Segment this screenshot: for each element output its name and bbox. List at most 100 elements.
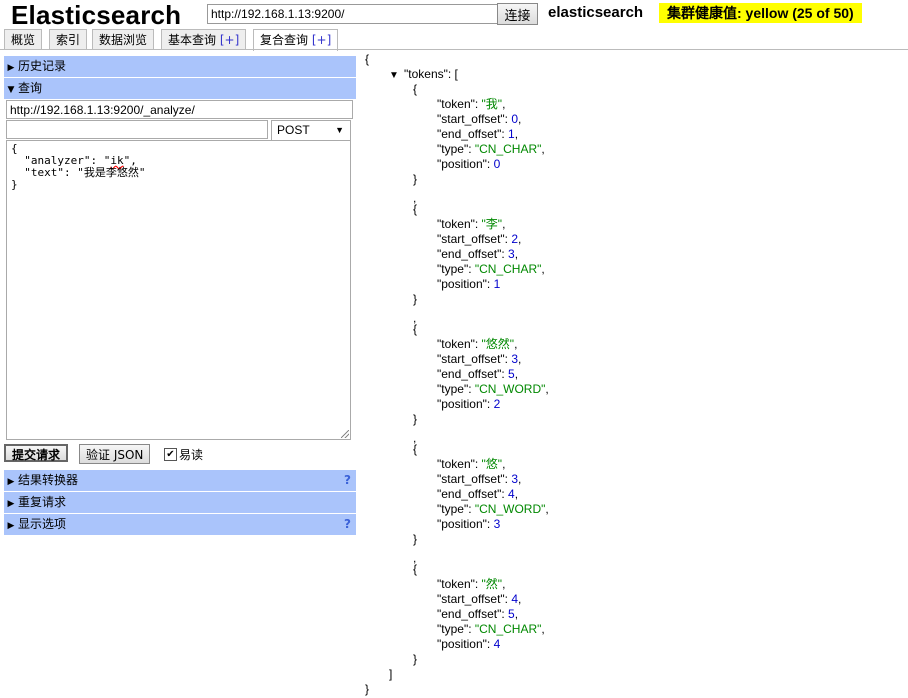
query-url-input[interactable] xyxy=(6,100,353,119)
tab-browser[interactable]: 数据浏览 xyxy=(92,29,155,49)
json-text: } xyxy=(413,412,418,426)
json-text: "end_offset" xyxy=(437,127,502,141)
json-token-close: } xyxy=(413,532,417,547)
section-label: 历史记录 xyxy=(18,59,67,73)
json-text: 4 xyxy=(508,487,515,501)
json-text: , xyxy=(502,457,506,471)
json-text: 4 xyxy=(493,637,501,651)
json-text: , xyxy=(518,352,522,366)
json-text: { xyxy=(413,562,418,576)
collapse-toggle-icon[interactable]: ▼ xyxy=(389,68,399,83)
transformer-section[interactable]: ▶ 结果转换器 ? xyxy=(4,470,356,491)
start-offset-field: "start_offset": 3, xyxy=(437,352,521,367)
tab-basic-query[interactable]: 基本查询 [+] xyxy=(161,29,247,49)
section-label: 重复请求 xyxy=(18,495,67,509)
repeat-section[interactable]: ▶ 重复请求 xyxy=(4,492,356,513)
json-text: : xyxy=(474,217,482,231)
json-text: : xyxy=(474,457,482,471)
position-field: "position": 4 xyxy=(437,637,500,652)
json-token-open: { xyxy=(413,82,417,97)
pretty-label: 易读 xyxy=(179,448,204,462)
json-text: : xyxy=(468,142,475,156)
validate-json-button[interactable]: 验证 JSON xyxy=(79,444,151,464)
json-text: , xyxy=(518,232,522,246)
expand-down-icon: ▼ xyxy=(7,85,15,95)
tab-indices[interactable]: 索引 xyxy=(49,29,88,49)
json-text: "start_offset" xyxy=(437,592,505,606)
request-body-textarea[interactable]: { "analyzer": "ik", "text": "我是李悠然"} xyxy=(6,140,351,440)
method-select[interactable]: POST ▼ xyxy=(271,120,351,141)
end-offset-field: "end_offset": 1, xyxy=(437,127,518,142)
json-text: "position" xyxy=(437,397,487,411)
cluster-name: elasticsearch xyxy=(548,4,644,21)
pretty-checkbox[interactable]: ✔ xyxy=(164,448,177,461)
expand-right-icon: ▶ xyxy=(7,521,15,531)
tab-divider xyxy=(0,49,908,50)
json-text: , xyxy=(518,112,522,126)
tab-overview[interactable]: 概览 xyxy=(4,29,43,49)
dropdown-arrow-icon: ▼ xyxy=(335,125,344,135)
help-icon[interactable]: ? xyxy=(344,470,351,491)
json-text: 1 xyxy=(493,277,501,291)
json-text: 2 xyxy=(493,397,501,411)
type-field: "type": "CN_CHAR", xyxy=(437,622,545,637)
resize-handle-icon[interactable] xyxy=(341,430,349,438)
json-text: "token" xyxy=(437,337,475,351)
submit-request-button[interactable]: 提交请求 xyxy=(4,444,69,462)
cluster-health-badge: 集群健康值: yellow (25 of 50) xyxy=(659,3,862,23)
tab-add-icon[interactable]: [+] xyxy=(312,33,331,47)
history-section[interactable]: ▶ 历史记录 xyxy=(4,56,356,77)
json-text: "CN_CHAR" xyxy=(474,142,542,156)
json-text: , xyxy=(502,217,506,231)
json-text: : xyxy=(486,157,494,171)
start-offset-field: "start_offset": 0, xyxy=(437,112,521,127)
token-field: "token": "我", xyxy=(437,97,505,112)
app-title: Elasticsearch xyxy=(11,0,182,30)
json-text: , xyxy=(514,337,518,351)
start-offset-field: "start_offset": 2, xyxy=(437,232,521,247)
json-text: { xyxy=(365,52,370,66)
server-url-input[interactable] xyxy=(207,4,499,24)
help-icon[interactable]: ? xyxy=(344,514,351,535)
json-text: "token" xyxy=(437,217,475,231)
json-text: : xyxy=(474,337,482,351)
json-text: "type" xyxy=(437,142,469,156)
query-path-input[interactable] xyxy=(6,120,268,139)
json-array-close: ] xyxy=(389,667,392,682)
end-offset-field: "end_offset": 3, xyxy=(437,247,518,262)
json-text: "type" xyxy=(437,382,469,396)
json-text: "end_offset" xyxy=(437,607,502,621)
start-offset-field: "start_offset": 3, xyxy=(437,472,521,487)
tab-compound-query[interactable]: 复合查询 [+] xyxy=(253,29,339,51)
type-field: "type": "CN_CHAR", xyxy=(437,142,545,157)
section-label: 查询 xyxy=(18,81,43,95)
json-text: : xyxy=(486,517,494,531)
end-offset-field: "end_offset": 5, xyxy=(437,607,518,622)
json-text: 3 xyxy=(493,517,501,531)
json-text: : xyxy=(468,502,475,516)
json-text: } xyxy=(413,652,418,666)
json-text: 0 xyxy=(493,157,501,171)
json-text: 1 xyxy=(508,127,515,141)
tab-label: 数据浏览 xyxy=(99,33,148,47)
json-text: "start_offset" xyxy=(437,472,505,486)
token-field: "token": "然", xyxy=(437,577,505,592)
json-text: "position" xyxy=(437,157,487,171)
json-token-close: } xyxy=(413,652,417,667)
type-field: "type": "CN_CHAR", xyxy=(437,262,545,277)
expand-right-icon: ▶ xyxy=(7,477,15,487)
json-text: "end_offset" xyxy=(437,247,502,261)
json-text: , xyxy=(518,472,522,486)
json-text: , xyxy=(514,247,519,261)
connect-button[interactable]: 连接 xyxy=(497,3,538,25)
tab-add-icon[interactable]: [+] xyxy=(220,33,239,47)
json-text: : [ xyxy=(447,67,458,81)
json-token-open: { xyxy=(413,202,417,217)
json-text: , xyxy=(502,577,506,591)
query-section[interactable]: ▼ 查询 xyxy=(4,78,356,99)
tab-label: 基本查询 xyxy=(168,33,217,47)
json-text: "start_offset" xyxy=(437,112,505,126)
display-options-section[interactable]: ▶ 显示选项 ? xyxy=(4,514,356,535)
json-text: "CN_WORD" xyxy=(474,502,546,516)
json-text: } xyxy=(413,172,418,186)
